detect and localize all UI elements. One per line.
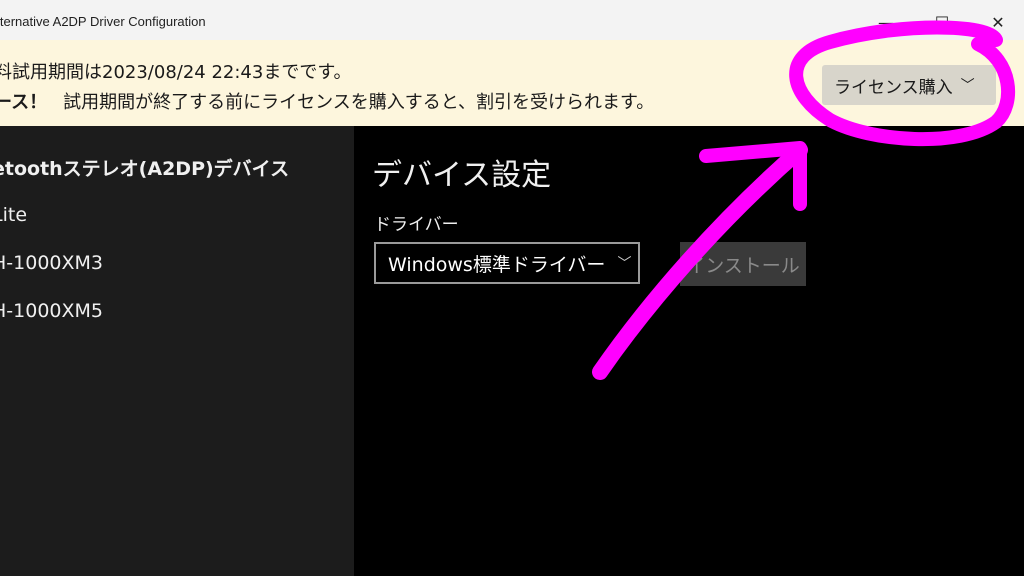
discount-notice-text: 試用期間が終了する前にライセンスを購入すると、割引を受けられます。 (63, 92, 655, 113)
page-title: デバイス設定 (372, 158, 552, 193)
driver-dropdown[interactable]: Windows標準ドライバー ﹀ (374, 242, 640, 284)
discount-notice: ース！ 試用期間が終了する前にライセンスを購入すると、割引を受けられます。 (0, 88, 654, 114)
trial-banner: 料試用期間は2023/08/24 22:43までです。 ース！ 試用期間が終了する… (0, 40, 1024, 126)
minimize-button[interactable]: — (866, 8, 906, 36)
chevron-down-icon: ﹀ (960, 78, 975, 94)
minimize-icon: — (878, 12, 894, 32)
window-title: lternative A2DP Driver Configuration (0, 14, 206, 29)
purchase-license-label: ライセンス購入 (834, 77, 953, 98)
device-sidebar: etoothステレオ(A2DP)デバイス Lite H-1000XM3 H-10… (0, 126, 354, 576)
install-button[interactable]: インストール (680, 242, 806, 286)
maximize-button[interactable]: ☐ (922, 8, 962, 36)
driver-dropdown-value: Windows標準ドライバー (388, 253, 606, 276)
sidebar-item-h1000xm5[interactable]: H-1000XM5 (0, 300, 103, 322)
close-icon: ✕ (991, 12, 1005, 32)
close-button[interactable]: ✕ (978, 8, 1018, 36)
driver-label: ドライバー (374, 215, 459, 235)
sidebar-item-lite[interactable]: Lite (0, 204, 27, 226)
discount-notice-heading: ース！ (0, 92, 48, 113)
title-bar: lternative A2DP Driver Configuration — ☐… (0, 0, 1024, 40)
purchase-license-button[interactable]: ライセンス購入 ﹀ (822, 65, 996, 105)
device-settings-panel: デバイス設定 ドライバー Windows標準ドライバー ﹀ インストール (354, 126, 1024, 576)
maximize-icon: ☐ (934, 12, 950, 32)
sidebar-item-h1000xm3[interactable]: H-1000XM3 (0, 252, 103, 274)
trial-expiry-text: 料試用期間は2023/08/24 22:43までです。 (0, 62, 352, 83)
chevron-down-icon: ﹀ (617, 256, 632, 272)
sidebar-header: etoothステレオ(A2DP)デバイス (0, 158, 290, 180)
